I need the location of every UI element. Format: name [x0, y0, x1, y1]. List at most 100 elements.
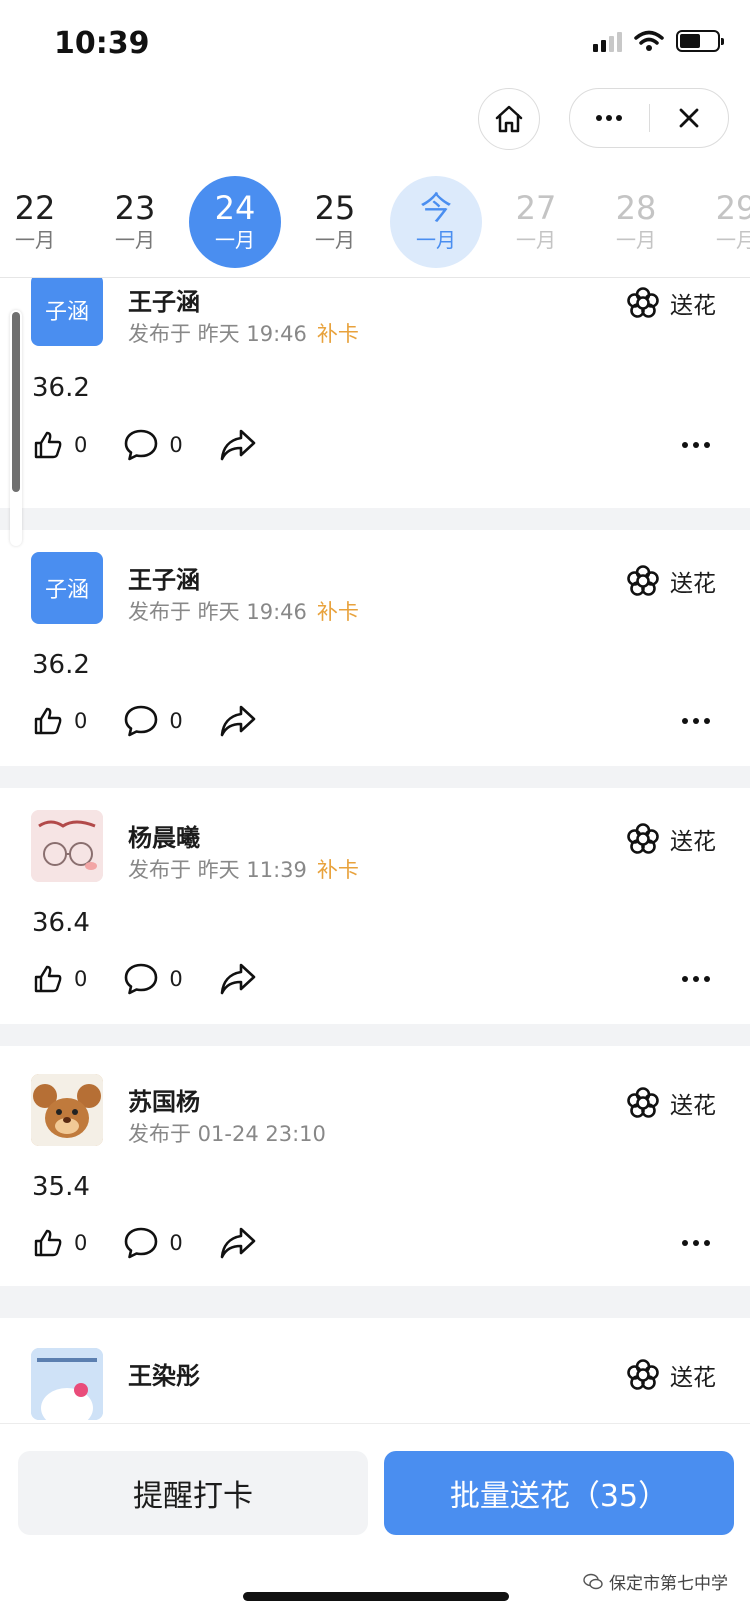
bottom-action-bar: 提醒打卡 批量送花（35） 保定市第七中学	[0, 1423, 750, 1623]
date-day: 27	[515, 189, 557, 227]
temperature-value: 36.2	[32, 650, 90, 680]
date-day: 25	[314, 189, 356, 227]
temperature-value: 36.4	[32, 908, 90, 938]
like-count: 0	[74, 1231, 88, 1255]
date-item-selected[interactable]: 24 一月	[189, 176, 281, 268]
avatar[interactable]	[31, 1074, 103, 1146]
home-button[interactable]	[478, 88, 540, 150]
share-button[interactable]	[219, 704, 257, 738]
date-day: 28	[615, 189, 657, 227]
send-flower-label: 送花	[670, 571, 716, 597]
home-icon	[495, 105, 523, 133]
post-more-button[interactable]	[682, 976, 710, 982]
mini-program-capsule	[569, 88, 729, 148]
cartoon-mouse-avatar-image	[31, 1074, 103, 1146]
date-month: 一月	[516, 228, 556, 252]
author-name[interactable]: 苏国杨	[128, 1082, 200, 1117]
share-icon	[220, 429, 256, 461]
more-options-button[interactable]	[570, 89, 649, 147]
post-more-button[interactable]	[682, 442, 710, 448]
date-day: 23	[114, 189, 156, 227]
send-flower-label: 送花	[670, 829, 716, 855]
send-flower-button[interactable]: 送花	[626, 1086, 716, 1120]
share-button[interactable]	[219, 962, 257, 996]
status-bar: 10:39	[0, 0, 750, 90]
send-flower-label: 送花	[670, 1365, 716, 1391]
date-item[interactable]: 28 一月	[590, 176, 682, 268]
send-flower-button[interactable]: 送花	[626, 286, 716, 320]
makeup-tag: 补卡	[316, 858, 359, 882]
send-flower-button[interactable]: 送花	[626, 564, 716, 598]
avatar[interactable]	[31, 1348, 103, 1420]
post-more-button[interactable]	[682, 718, 710, 724]
post-meta: 发布于 昨天 19:46 补卡	[128, 318, 359, 348]
share-button[interactable]	[219, 428, 257, 462]
makeup-tag: 补卡	[316, 600, 359, 624]
post-more-button[interactable]	[682, 1240, 710, 1246]
date-item[interactable]: 23 一月	[89, 176, 181, 268]
checkin-post: 子涵 王子涵 发布于 昨天 19:46 补卡 送花 36.2 0 0	[0, 278, 750, 508]
date-item[interactable]: 25 一月	[289, 176, 381, 268]
flower-icon	[627, 1359, 659, 1390]
status-icons	[593, 30, 724, 52]
comment-button[interactable]: 0	[123, 428, 183, 462]
scroll-indicator[interactable]	[10, 310, 22, 546]
share-icon	[220, 1227, 256, 1259]
flower-icon	[627, 823, 659, 854]
avatar[interactable]: 子涵	[31, 278, 103, 346]
home-indicator[interactable]	[243, 1592, 509, 1601]
share-button[interactable]	[219, 1226, 257, 1260]
checkin-post: 子涵 王子涵 发布于 昨天 19:46 补卡 送花 36.2 0 0	[0, 530, 750, 766]
battery-icon	[676, 30, 724, 52]
date-day: 22	[14, 189, 56, 227]
send-flower-button[interactable]: 送花	[626, 822, 716, 856]
status-time: 10:39	[54, 26, 150, 61]
like-button[interactable]: 0	[32, 429, 87, 461]
watermark-text: 保定市第七中学	[609, 1574, 728, 1594]
date-item-today[interactable]: 今 一月	[390, 176, 482, 268]
cartoon-cat-avatar-image	[31, 1348, 103, 1420]
checkin-feed[interactable]: 子涵 王子涵 发布于 昨天 19:46 补卡 送花 36.2 0 0 子涵 王子涵…	[0, 278, 750, 1423]
close-button[interactable]	[650, 89, 729, 147]
share-icon	[220, 705, 256, 737]
comment-button[interactable]: 0	[123, 1226, 183, 1260]
author-name[interactable]: 王染彤	[128, 1356, 200, 1391]
comment-count: 0	[169, 433, 183, 457]
author-name[interactable]: 王子涵	[128, 282, 200, 317]
post-meta: 发布于 昨天 11:39 补卡	[128, 854, 359, 884]
like-button[interactable]: 0	[32, 705, 87, 737]
wechat-icon	[583, 1573, 603, 1589]
author-name[interactable]: 王子涵	[128, 560, 200, 595]
date-month: 一月	[115, 228, 155, 252]
post-time: 发布于 昨天 19:46	[128, 600, 307, 624]
date-month: 一月	[215, 228, 255, 252]
comment-icon	[125, 705, 158, 737]
thumbs-up-icon	[34, 1229, 62, 1257]
date-month: 一月	[716, 228, 750, 252]
send-flower-label: 送花	[670, 293, 716, 319]
scroll-thumb[interactable]	[12, 312, 20, 492]
checkin-post: 苏国杨 发布于 01-24 23:10 送花 35.4 0 0	[0, 1046, 750, 1286]
post-time: 发布于 01-24 23:10	[128, 1122, 326, 1146]
like-button[interactable]: 0	[32, 963, 87, 995]
comment-button[interactable]: 0	[123, 704, 183, 738]
avatar[interactable]: 子涵	[31, 552, 103, 624]
checkin-post: 王染彤 送花	[0, 1318, 750, 1423]
date-item[interactable]: 29 一月	[690, 176, 750, 268]
thumbs-up-icon	[34, 965, 62, 993]
date-item[interactable]: 27 一月	[490, 176, 582, 268]
sketch-avatar-image	[31, 810, 103, 882]
like-count: 0	[74, 433, 88, 457]
date-item[interactable]: 22 一月	[0, 176, 81, 268]
remind-checkin-button[interactable]: 提醒打卡	[18, 1451, 368, 1535]
batch-send-flower-button[interactable]: 批量送花（35）	[384, 1451, 734, 1535]
post-meta: 发布于 昨天 19:46 补卡	[128, 596, 359, 626]
date-month: 一月	[416, 228, 456, 252]
comment-button[interactable]: 0	[123, 962, 183, 996]
send-flower-button[interactable]: 送花	[626, 1358, 716, 1392]
wifi-icon	[634, 30, 664, 51]
like-button[interactable]: 0	[32, 1227, 87, 1259]
avatar[interactable]	[31, 810, 103, 882]
watermark: 保定市第七中学	[583, 1569, 728, 1594]
author-name[interactable]: 杨晨曦	[128, 818, 200, 853]
